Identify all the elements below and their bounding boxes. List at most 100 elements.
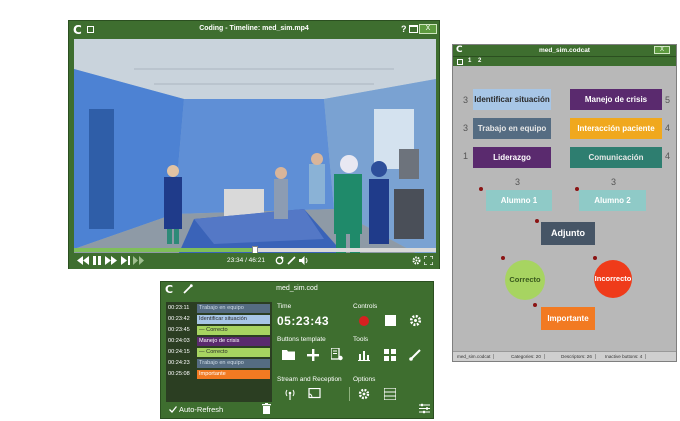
category-count: 1 bbox=[463, 151, 469, 161]
category-button-identificar-situacion[interactable]: Identificar situación bbox=[473, 89, 551, 110]
category-count: 3 bbox=[611, 177, 617, 187]
codcat-window-title: med_sim.codcat bbox=[539, 47, 590, 54]
edit-icon[interactable] bbox=[287, 256, 296, 265]
category-button-importante[interactable]: Importante bbox=[541, 307, 595, 330]
event-time: 00:23:45 bbox=[168, 327, 190, 333]
codcat-window: C med_sim.codcat X 1 2 3 5 3 4 1 4 3 3 I… bbox=[452, 44, 677, 362]
coding-window-title: med_sim.cod bbox=[276, 285, 318, 292]
rewind-icon[interactable] bbox=[77, 256, 89, 265]
event-time: 00:23:42 bbox=[168, 316, 190, 322]
status-dot bbox=[533, 303, 537, 307]
options-gear-icon[interactable] bbox=[358, 388, 370, 400]
time-label: Time bbox=[277, 303, 292, 310]
player-controls: 23:34 / 46:21 bbox=[69, 253, 439, 269]
event-label: Manejo de crisis bbox=[197, 337, 270, 346]
record-icon[interactable] bbox=[358, 315, 370, 327]
loop-icon[interactable] bbox=[275, 256, 284, 265]
status-file: med_sim.codcat bbox=[457, 354, 495, 359]
video-window-title: Coding - Timeline: med_sim.mp4 bbox=[199, 25, 309, 32]
pause-icon[interactable] bbox=[93, 256, 101, 265]
tab-2[interactable]: 2 bbox=[478, 58, 481, 64]
category-button-alumno-2[interactable]: Alumno 2 bbox=[579, 190, 646, 211]
slower-icon[interactable] bbox=[133, 256, 147, 265]
checkmark-icon[interactable] bbox=[169, 406, 177, 413]
event-list[interactable]: 00:23:11 Trabajo en equipo 00:23:42 Iden… bbox=[166, 302, 272, 402]
tools-label: Tools bbox=[353, 336, 369, 343]
category-button-manejo-de-crisis[interactable]: Manejo de crisis bbox=[570, 89, 662, 110]
bar-chart-icon[interactable] bbox=[358, 349, 370, 361]
video-titlebar: C Coding - Timeline: med_sim.mp4 ? X bbox=[69, 21, 439, 39]
volume-icon[interactable] bbox=[299, 256, 309, 265]
event-label: — Correcto bbox=[197, 348, 270, 357]
event-label: Trabajo en equipo bbox=[197, 359, 270, 368]
stop-icon[interactable] bbox=[385, 315, 396, 326]
seek-bar[interactable] bbox=[74, 246, 436, 254]
list-settings-icon[interactable] bbox=[331, 348, 343, 361]
add-icon[interactable] bbox=[307, 349, 319, 361]
category-count: 4 bbox=[665, 123, 671, 133]
event-label: Trabajo en equipo bbox=[197, 304, 270, 313]
category-button-trabajo-en-equipo[interactable]: Trabajo en equipo bbox=[473, 118, 551, 139]
auto-refresh-label[interactable]: Auto-Refresh bbox=[179, 405, 223, 414]
grid-table-icon[interactable] bbox=[384, 349, 396, 361]
status-descriptors: Descriptors: 26 bbox=[561, 354, 596, 359]
time-display: 23:34 / 46:21 bbox=[227, 257, 265, 264]
category-button-correcto[interactable]: Correcto bbox=[505, 260, 545, 300]
folder-icon[interactable] bbox=[282, 349, 295, 360]
event-time: 00:25:08 bbox=[168, 371, 190, 377]
event-time: 00:24:15 bbox=[168, 349, 190, 355]
status-dot bbox=[479, 187, 483, 191]
grid-icon[interactable] bbox=[457, 59, 463, 65]
fast-forward-icon[interactable] bbox=[105, 256, 117, 265]
category-count: 5 bbox=[665, 95, 671, 105]
event-time: 00:24:23 bbox=[168, 360, 190, 366]
event-time: 00:23:11 bbox=[168, 305, 190, 311]
codcat-titlebar: C med_sim.codcat X bbox=[453, 45, 676, 56]
coding-window: C med_sim.cod 00:23:11 Trabajo en equipo… bbox=[160, 281, 434, 419]
category-count: 3 bbox=[463, 95, 469, 105]
close-button[interactable]: X bbox=[654, 46, 670, 54]
stream-reception-label: Stream and Reception bbox=[277, 376, 342, 383]
status-dot bbox=[593, 256, 597, 260]
brush-tool-icon[interactable] bbox=[409, 349, 421, 361]
cast-icon[interactable] bbox=[308, 388, 321, 399]
maximize-button[interactable] bbox=[409, 25, 418, 33]
category-button-comunicacion[interactable]: Comunicación bbox=[570, 147, 662, 168]
codcat-status-bar: med_sim.codcat Categories: 20 Descriptor… bbox=[453, 351, 676, 361]
event-label: — Correcto bbox=[197, 326, 270, 335]
broadcast-icon[interactable] bbox=[284, 388, 296, 400]
category-button-incorrecto[interactable]: Incorrecto bbox=[594, 260, 632, 298]
controls-label: Controls bbox=[353, 303, 378, 310]
event-label: Identificar situación bbox=[197, 315, 270, 324]
video-frame[interactable] bbox=[74, 39, 436, 264]
coding-titlebar: C med_sim.cod bbox=[161, 282, 433, 296]
category-button-liderazgo[interactable]: Liderazgo bbox=[473, 147, 551, 168]
category-button-adjunto[interactable]: Adjunto bbox=[541, 222, 595, 245]
trash-icon[interactable] bbox=[262, 403, 271, 414]
close-button[interactable]: X bbox=[419, 24, 437, 34]
gear-icon[interactable] bbox=[409, 314, 422, 327]
category-button-interaccion-paciente[interactable]: Interacción paciente bbox=[570, 118, 662, 139]
divider bbox=[349, 387, 350, 401]
sliders-icon[interactable] bbox=[419, 403, 430, 414]
list-icon[interactable] bbox=[384, 388, 396, 400]
timer-value: 05:23:43 bbox=[277, 314, 330, 328]
seek-progress bbox=[74, 248, 255, 252]
settings-icon[interactable] bbox=[412, 256, 421, 265]
category-count: 3 bbox=[515, 177, 521, 187]
status-categories: Categories: 20 bbox=[511, 354, 545, 359]
tab-1[interactable]: 1 bbox=[468, 58, 471, 64]
category-button-alumno-1[interactable]: Alumno 1 bbox=[486, 190, 552, 211]
status-dot bbox=[501, 256, 505, 260]
status-inactive-buttons: Inactive buttons: 4 bbox=[605, 354, 647, 359]
codcat-tab-bar: 1 2 bbox=[453, 56, 676, 66]
fullscreen-icon[interactable] bbox=[424, 256, 433, 265]
video-window: C Coding - Timeline: med_sim.mp4 ? X 23:… bbox=[68, 20, 440, 269]
status-dot bbox=[535, 219, 539, 223]
category-count: 4 bbox=[665, 151, 671, 161]
buttons-template-label: Buttons template bbox=[277, 336, 326, 343]
next-frame-icon[interactable] bbox=[121, 256, 130, 265]
video-image bbox=[74, 39, 436, 264]
help-icon[interactable]: ? bbox=[401, 24, 407, 34]
options-label: Options bbox=[353, 376, 376, 383]
